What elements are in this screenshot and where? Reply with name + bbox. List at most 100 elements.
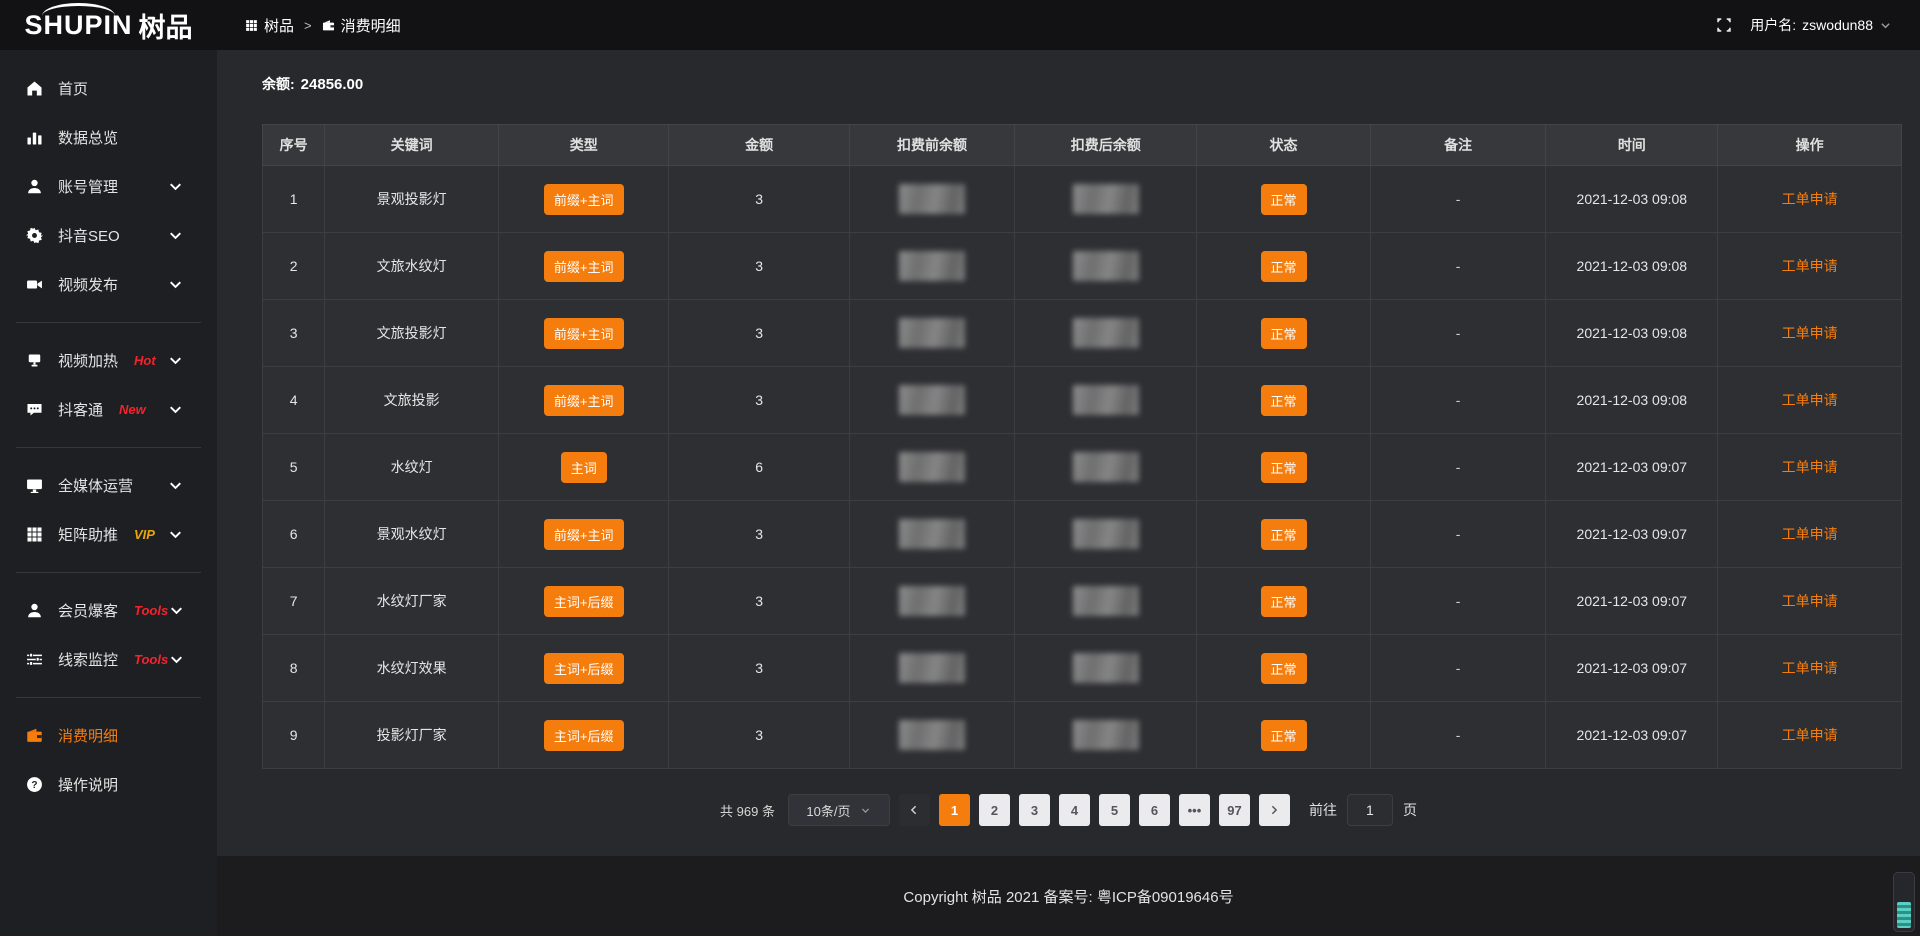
page-button-3[interactable]: 3	[1019, 794, 1050, 826]
column-header: 状态	[1197, 125, 1371, 166]
sidebar-divider	[16, 447, 201, 448]
redacted-value	[899, 184, 965, 214]
column-header: 序号	[263, 125, 325, 166]
page-button-2[interactable]: 2	[979, 794, 1010, 826]
wallet-icon	[26, 727, 43, 744]
work-order-link[interactable]: 工单申请	[1782, 593, 1838, 609]
page-size-select[interactable]: 10条/页	[788, 794, 890, 826]
sidebar-item-user[interactable]: 账号管理	[0, 162, 217, 211]
action-cell: 工单申请	[1718, 434, 1902, 501]
type-cell: 主词+后缀	[499, 702, 669, 769]
column-header: 时间	[1546, 125, 1718, 166]
breadcrumb-separator: >	[304, 18, 312, 33]
pre-balance-redacted-cell	[849, 568, 1015, 635]
remark-cell: -	[1370, 300, 1545, 367]
breadcrumb-item-home[interactable]: 树品	[245, 15, 294, 36]
balance-value: 24856.00	[301, 76, 364, 93]
type-cell: 主词+后缀	[499, 568, 669, 635]
sidebar-item-question[interactable]: ?操作说明	[0, 760, 217, 809]
sidebar-item-chat[interactable]: 抖客通 New	[0, 385, 217, 434]
work-order-link[interactable]: 工单申请	[1782, 660, 1838, 676]
action-cell: 工单申请	[1718, 166, 1902, 233]
prev-page-button[interactable]	[899, 794, 930, 826]
sidebar-item-label: 全媒体运营	[58, 475, 133, 496]
sidebar-item-heater[interactable]: 视频加热Hot	[0, 336, 217, 385]
menu-badge: VIP	[134, 527, 155, 542]
fullscreen-icon[interactable]	[1716, 17, 1732, 33]
user-menu[interactable]: 用户名: zswodun88	[1750, 15, 1892, 35]
row-seq: 7	[263, 568, 325, 635]
work-order-link[interactable]: 工单申请	[1782, 392, 1838, 408]
page-ellipsis-button[interactable]: •••	[1179, 794, 1210, 826]
sidebar-item-grid[interactable]: 矩阵助推VIP	[0, 510, 217, 559]
column-header: 操作	[1718, 125, 1902, 166]
breadcrumb-item-current[interactable]: 消费明细	[322, 15, 401, 36]
type-badge: 主词+后缀	[544, 720, 624, 751]
sidebar-item-video-camera[interactable]: 视频发布	[0, 260, 217, 309]
chevron-down-icon	[167, 401, 184, 418]
sidebar-item-label: 线索监控	[58, 649, 118, 670]
page-button-4[interactable]: 4	[1059, 794, 1090, 826]
sidebar-item-label: 首页	[58, 78, 88, 99]
table-row: 2文旅水纹灯前缀+主词3正常-2021-12-03 09:08工单申请	[263, 233, 1902, 300]
page-button-1[interactable]: 1	[939, 794, 970, 826]
table-header-row: 序号关键词类型金额扣费前余额扣费后余额状态备注时间操作	[263, 125, 1902, 166]
status-cell: 正常	[1197, 300, 1371, 367]
sidebar-item-gear[interactable]: 抖音SEO	[0, 211, 217, 260]
keyword-cell: 文旅投影灯	[325, 300, 499, 367]
redacted-value	[1073, 452, 1139, 482]
work-order-link[interactable]: 工单申请	[1782, 459, 1838, 475]
row-seq: 9	[263, 702, 325, 769]
post-balance-redacted-cell	[1015, 233, 1197, 300]
next-page-button[interactable]	[1259, 794, 1290, 826]
sidebar-item-home[interactable]: 首页	[0, 64, 217, 113]
work-order-link[interactable]: 工单申请	[1782, 191, 1838, 207]
redacted-value	[899, 519, 965, 549]
widget-stripes-icon	[1897, 902, 1911, 928]
sidebar-item-bar-chart[interactable]: 数据总览	[0, 113, 217, 162]
user-icon	[26, 178, 43, 195]
menu-badge: New	[119, 402, 146, 417]
sidebar-item-label: 视频发布	[58, 274, 118, 295]
sidebar-item-label: 抖音SEO	[58, 225, 120, 246]
table-row: 1景观投影灯前缀+主词3正常-2021-12-03 09:08工单申请	[263, 166, 1902, 233]
redacted-value	[899, 318, 965, 348]
table-row: 5水纹灯主词6正常-2021-12-03 09:07工单申请	[263, 434, 1902, 501]
work-order-link[interactable]: 工单申请	[1782, 526, 1838, 542]
keyword-cell: 水纹灯效果	[325, 635, 499, 702]
floating-widget[interactable]	[1893, 872, 1915, 932]
redacted-value	[1073, 184, 1139, 214]
page-button-97[interactable]: 97	[1219, 794, 1250, 826]
keyword-cell: 投影灯厂家	[325, 702, 499, 769]
keyword-cell: 文旅水纹灯	[325, 233, 499, 300]
sidebar-item-wallet[interactable]: 消费明细	[0, 711, 217, 760]
table-row: 4文旅投影前缀+主词3正常-2021-12-03 09:08工单申请	[263, 367, 1902, 434]
chevron-left-icon	[908, 804, 920, 816]
svg-text:?: ?	[31, 780, 37, 791]
sidebar-item-sliders[interactable]: 线索监控Tools	[0, 635, 217, 684]
sidebar-item-label: 账号管理	[58, 176, 118, 197]
page-button-5[interactable]: 5	[1099, 794, 1130, 826]
logo-text-en: SHUPIN	[24, 10, 132, 41]
pre-balance-redacted-cell	[849, 501, 1015, 568]
work-order-link[interactable]: 工单申请	[1782, 258, 1838, 274]
post-balance-redacted-cell	[1015, 702, 1197, 769]
sidebar-item-label: 抖客通	[58, 399, 103, 420]
work-order-link[interactable]: 工单申请	[1782, 325, 1838, 341]
redacted-value	[899, 720, 965, 750]
page-button-6[interactable]: 6	[1139, 794, 1170, 826]
chevron-down-icon	[167, 526, 184, 543]
redacted-value	[899, 385, 965, 415]
sidebar-item-user[interactable]: 会员爆客Tools	[0, 586, 217, 635]
sidebar-item-label: 视频加热	[58, 350, 118, 371]
goto-page-input[interactable]	[1347, 794, 1393, 826]
sidebar-item-monitor[interactable]: 全媒体运营	[0, 461, 217, 510]
breadcrumb-label: 消费明细	[341, 15, 401, 36]
type-badge: 前缀+主词	[544, 251, 624, 282]
keyword-cell: 水纹灯	[325, 434, 499, 501]
consumption-table: 序号关键词类型金额扣费前余额扣费后余额状态备注时间操作 1景观投影灯前缀+主词3…	[262, 124, 1902, 769]
work-order-link[interactable]: 工单申请	[1782, 727, 1838, 743]
sidebar: 首页数据总览账号管理抖音SEO 视频发布视频加热Hot 抖客通 New 全媒体运营矩阵助…	[0, 50, 217, 936]
redacted-value	[1073, 720, 1139, 750]
action-cell: 工单申请	[1718, 501, 1902, 568]
